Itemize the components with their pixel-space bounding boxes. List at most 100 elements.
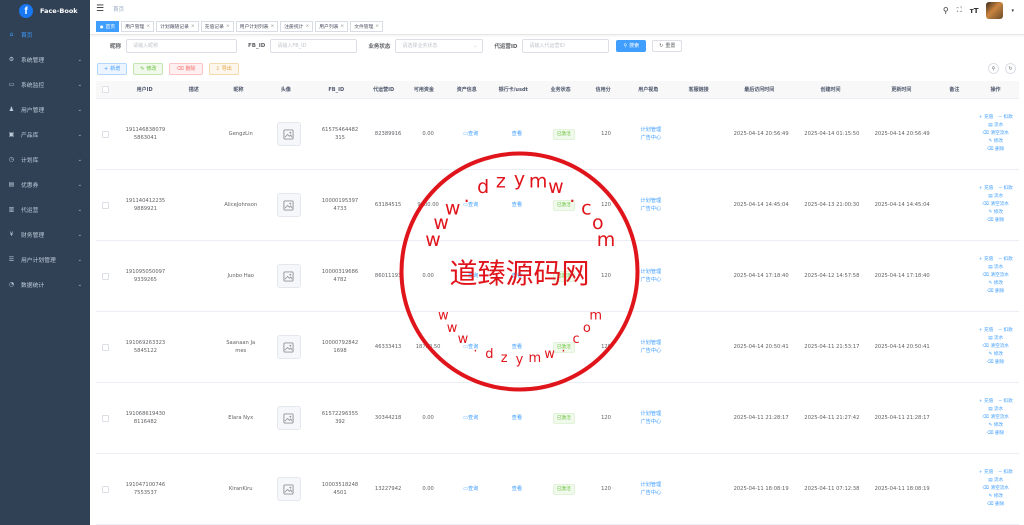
- clear-bill-button[interactable]: ⌫ 清空流水: [983, 486, 1009, 492]
- refresh-icon[interactable]: ↻: [1005, 63, 1016, 75]
- recharge-button[interactable]: + 充值: [979, 257, 994, 263]
- breadcrumb[interactable]: 首页: [113, 5, 124, 13]
- recharge-button[interactable]: + 充值: [979, 399, 994, 405]
- sidebar-item-0[interactable]: ⌂ 首页: [0, 22, 90, 47]
- ad-center-link[interactable]: 广告中心: [625, 276, 676, 285]
- row-delete-button[interactable]: ⌫ 删除: [987, 218, 1004, 224]
- row-edit-button[interactable]: ✎ 修改: [988, 494, 1003, 500]
- ad-center-link[interactable]: 广告中心: [625, 134, 676, 143]
- sidebar-item-2[interactable]: ▭ 系统监控 ⌄: [0, 72, 90, 97]
- deduct-button[interactable]: − 扣款: [998, 399, 1013, 405]
- row-checkbox[interactable]: [102, 130, 110, 138]
- export-button[interactable]: ⇩ 导出: [208, 62, 239, 75]
- tab-5[interactable]: 注册统计 ×: [280, 20, 314, 32]
- sidebar-item-6[interactable]: ▤ 优惠券 ⌄: [0, 172, 90, 197]
- plan-management-link[interactable]: 计划管理: [625, 197, 676, 206]
- sidebar-item-5[interactable]: ◷ 计划库 ⌄: [0, 147, 90, 172]
- row-delete-button[interactable]: ⌫ 删除: [987, 431, 1004, 437]
- select-all-checkbox[interactable]: [102, 86, 110, 94]
- bill-button[interactable]: ▤ 流水: [988, 336, 1003, 342]
- search-toggle-icon[interactable]: ⚲: [988, 63, 999, 75]
- search-icon[interactable]: ⚲: [943, 6, 949, 15]
- edit-button[interactable]: ✎ 修改: [133, 62, 164, 75]
- bank-link[interactable]: 查看: [512, 344, 522, 350]
- bank-link[interactable]: 查看: [512, 415, 522, 421]
- nickname-input[interactable]: 请输入昵称: [126, 38, 238, 53]
- plan-management-link[interactable]: 计划管理: [625, 339, 676, 348]
- font-size-icon[interactable]: тT: [970, 7, 979, 15]
- asset-link[interactable]: ▭查询: [463, 486, 478, 492]
- asset-link[interactable]: ▭查询: [463, 202, 478, 208]
- add-button[interactable]: + 新增: [97, 62, 128, 75]
- sidebar-item-1[interactable]: ⚙ 系统管理 ⌄: [0, 47, 90, 72]
- tab-2[interactable]: 计划跟随记录 ×: [156, 20, 199, 32]
- tab-3[interactable]: 充值记录 ×: [200, 20, 234, 32]
- row-delete-button[interactable]: ⌫ 删除: [987, 502, 1004, 508]
- fullscreen-icon[interactable]: ⛶: [957, 6, 962, 15]
- row-edit-button[interactable]: ✎ 修改: [988, 210, 1003, 216]
- plan-management-link[interactable]: 计划管理: [625, 410, 676, 419]
- app-logo[interactable]: f Face-Book: [0, 0, 90, 22]
- row-checkbox[interactable]: [102, 414, 110, 422]
- bill-button[interactable]: ▤ 流水: [988, 478, 1003, 484]
- status-select[interactable]: 请选择业务状态 ⌄: [395, 38, 484, 53]
- asset-link[interactable]: ▭查询: [463, 415, 478, 421]
- plan-management-link[interactable]: 计划管理: [625, 126, 676, 135]
- deduct-button[interactable]: − 扣款: [998, 257, 1013, 263]
- close-icon[interactable]: ×: [270, 24, 274, 29]
- hamburger-menu-icon[interactable]: ☰: [96, 4, 104, 14]
- bank-link[interactable]: 查看: [512, 202, 522, 208]
- tab-6[interactable]: 用户列表 ×: [315, 20, 349, 32]
- deduct-button[interactable]: − 扣款: [998, 470, 1013, 476]
- clear-bill-button[interactable]: ⌫ 清空流水: [983, 273, 1009, 279]
- recharge-button[interactable]: + 充值: [979, 115, 994, 121]
- deduct-button[interactable]: − 扣款: [998, 186, 1013, 192]
- ad-center-link[interactable]: 广告中心: [625, 347, 676, 356]
- row-delete-button[interactable]: ⌫ 删除: [987, 360, 1004, 366]
- deduct-button[interactable]: − 扣款: [998, 115, 1013, 121]
- bill-button[interactable]: ▤ 流水: [988, 194, 1003, 200]
- recharge-button[interactable]: + 充值: [979, 328, 994, 334]
- clear-bill-button[interactable]: ⌫ 清空流水: [983, 202, 1009, 208]
- sidebar-item-8[interactable]: ¥ 财务管理 ⌄: [0, 222, 90, 247]
- asset-link[interactable]: ▭查询: [463, 131, 478, 137]
- row-checkbox[interactable]: [102, 201, 110, 209]
- bank-link[interactable]: 查看: [512, 486, 522, 492]
- avatar[interactable]: [986, 2, 1004, 19]
- close-icon[interactable]: ×: [226, 24, 230, 29]
- tab-4[interactable]: 用户计划列表 ×: [235, 20, 279, 32]
- row-delete-button[interactable]: ⌫ 删除: [987, 289, 1004, 295]
- deduct-button[interactable]: − 扣款: [998, 328, 1013, 334]
- ad-center-link[interactable]: 广告中心: [625, 205, 676, 214]
- row-edit-button[interactable]: ✎ 修改: [988, 281, 1003, 287]
- row-checkbox[interactable]: [102, 485, 110, 493]
- close-icon[interactable]: ×: [340, 24, 344, 29]
- row-edit-button[interactable]: ✎ 修改: [988, 352, 1003, 358]
- row-checkbox[interactable]: [102, 272, 110, 280]
- sidebar-item-3[interactable]: ♟ 用户管理 ⌄: [0, 97, 90, 122]
- tab-7[interactable]: 文件管理 ×: [350, 20, 384, 32]
- row-checkbox[interactable]: [102, 343, 110, 351]
- asset-link[interactable]: ▭查询: [463, 273, 478, 279]
- clear-bill-button[interactable]: ⌫ 清空流水: [983, 344, 1009, 350]
- sidebar-item-9[interactable]: ☰ 用户计划管理 ⌄: [0, 247, 90, 272]
- close-icon[interactable]: ×: [375, 24, 379, 29]
- plan-management-link[interactable]: 计划管理: [625, 481, 676, 490]
- row-delete-button[interactable]: ⌫ 删除: [987, 147, 1004, 153]
- ad-center-link[interactable]: 广告中心: [625, 489, 676, 498]
- bill-button[interactable]: ▤ 流水: [988, 407, 1003, 413]
- tab-0[interactable]: ● 首页: [96, 20, 120, 32]
- sidebar-item-10[interactable]: ◔ 数据统计 ⌄: [0, 272, 90, 297]
- delete-button[interactable]: ⌫ 删除: [169, 62, 203, 75]
- clear-bill-button[interactable]: ⌫ 清空流水: [983, 415, 1009, 421]
- asset-link[interactable]: ▭查询: [463, 344, 478, 350]
- plan-management-link[interactable]: 计划管理: [625, 268, 676, 277]
- bank-link[interactable]: 查看: [512, 273, 522, 279]
- sidebar-item-7[interactable]: ▥ 代运营 ⌄: [0, 197, 90, 222]
- bill-button[interactable]: ▤ 流水: [988, 123, 1003, 129]
- fbid-input[interactable]: 请输入FB_ID: [270, 38, 358, 53]
- tab-1[interactable]: 用户管理 ×: [121, 20, 155, 32]
- close-icon[interactable]: ×: [146, 24, 150, 29]
- close-icon[interactable]: ×: [191, 24, 195, 29]
- reset-button[interactable]: ↻ 重置: [652, 39, 683, 52]
